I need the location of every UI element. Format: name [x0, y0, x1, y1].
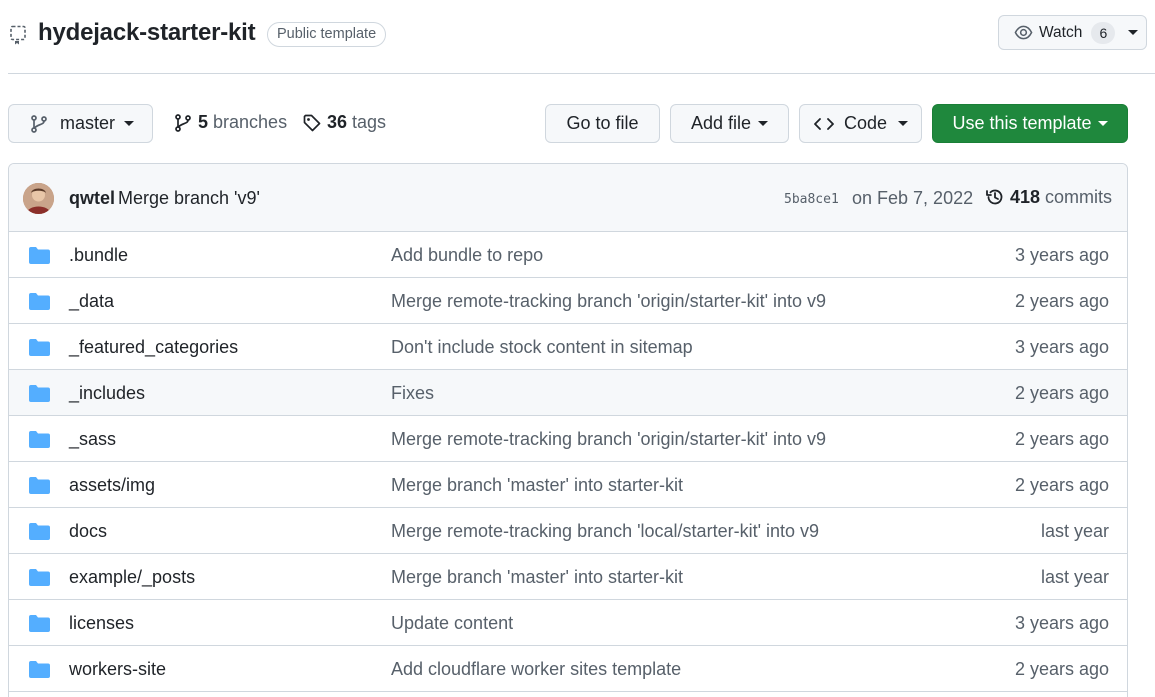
commit-sha-link[interactable]: 5ba8ce1 [784, 192, 839, 207]
chevron-down-icon [898, 121, 909, 126]
header-divider [8, 73, 1155, 74]
folder-icon [29, 339, 50, 356]
latest-commit-bar: qwtel Merge branch 'v9' 5ba8ce1 on Feb 7… [9, 164, 1127, 232]
file-commit-age: 2 years ago [1014, 291, 1109, 311]
branches-count: 5 [198, 112, 209, 132]
file-commit-message-link[interactable]: Add bundle to repo [391, 245, 543, 266]
file-commit-message-link[interactable]: Don't include stock content in sitemap [391, 337, 693, 358]
file-commit-message-link[interactable]: Add cloudflare worker sites template [391, 659, 681, 680]
tags-count: 36 [327, 112, 348, 132]
code-button[interactable]: Code [799, 104, 922, 143]
file-commit-message-link[interactable]: Merge remote-tracking branch 'origin/sta… [391, 291, 826, 312]
chevron-down-icon [1097, 121, 1108, 126]
file-commit-age: 2 years ago [1014, 659, 1109, 679]
file-commit-age: 2 years ago [1014, 429, 1109, 449]
go-to-file-button[interactable]: Go to file [545, 104, 660, 143]
file-commit-age: 3 years ago [1014, 245, 1109, 265]
file-commit-message-link[interactable]: Merge branch 'master' into starter-kit [391, 475, 683, 496]
eye-icon [1014, 25, 1033, 40]
file-commit-age: last year [1040, 567, 1109, 587]
tags-label: tags [352, 112, 387, 132]
file-name-link[interactable]: assets/img [69, 475, 155, 496]
file-row: workers-site Add cloudflare worker sites… [9, 646, 1127, 692]
folder-icon [29, 431, 50, 448]
visibility-badge: Public template [267, 22, 387, 47]
file-row: example/_posts Merge branch 'master' int… [9, 554, 1127, 600]
branches-link[interactable]: 5 branches [173, 112, 287, 133]
file-commit-age: 2 years ago [1014, 475, 1109, 495]
use-template-label: Use this template [952, 113, 1092, 133]
file-rows: .bundle Add bundle to repo 3 years ago _… [9, 232, 1127, 692]
file-row: _data Merge remote-tracking branch 'orig… [9, 278, 1127, 324]
code-label: Code [843, 113, 888, 133]
git-branch-icon [31, 114, 47, 133]
file-commit-message-link[interactable]: Update content [391, 613, 513, 634]
use-this-template-button[interactable]: Use this template [932, 104, 1128, 143]
file-name-link[interactable]: .bundle [69, 245, 128, 266]
chevron-down-icon [1128, 30, 1139, 35]
chevron-down-icon [758, 121, 769, 126]
file-row: .bundle Add bundle to repo 3 years ago [9, 232, 1127, 278]
commit-author-link[interactable]: qwtel [69, 188, 115, 209]
repo-name-link[interactable]: hydejack-starter-kit [38, 19, 256, 47]
commits-label: commits [1045, 186, 1113, 207]
file-commit-age: 2 years ago [1014, 383, 1109, 403]
git-branch-icon [175, 113, 191, 132]
file-row: licenses Update content 3 years ago [9, 600, 1127, 646]
file-listing: qwtel Merge branch 'v9' 5ba8ce1 on Feb 7… [8, 163, 1128, 697]
add-file-button[interactable]: Add file [670, 104, 789, 143]
file-name-link[interactable]: _featured_categories [69, 337, 238, 358]
code-icon [814, 117, 834, 130]
file-name-link[interactable]: _sass [69, 429, 116, 450]
file-commit-message-link[interactable]: Merge remote-tracking branch 'local/star… [391, 521, 819, 542]
folder-icon [29, 293, 50, 310]
file-row: _sass Merge remote-tracking branch 'orig… [9, 416, 1127, 462]
file-name-link[interactable]: docs [69, 521, 107, 542]
file-name-link[interactable]: licenses [69, 613, 134, 634]
file-name-link[interactable]: workers-site [69, 659, 166, 680]
watch-label: Watch [1039, 23, 1083, 41]
folder-icon [29, 247, 50, 264]
template-repo-icon [10, 25, 26, 45]
file-commit-age: 3 years ago [1014, 613, 1109, 633]
tag-icon [303, 114, 321, 131]
branches-label: branches [213, 112, 288, 132]
branch-select-button[interactable]: master [8, 104, 153, 143]
commits-history-link[interactable]: 418 commits [984, 186, 1112, 208]
history-icon [986, 189, 1003, 205]
file-commit-message-link[interactable]: Fixes [391, 383, 434, 404]
file-name-link[interactable]: _data [69, 291, 114, 312]
file-row: _includes Fixes 2 years ago [9, 370, 1127, 416]
folder-icon [29, 523, 50, 540]
commit-message-link[interactable]: Merge branch 'v9' [118, 188, 260, 209]
avatar-image [23, 183, 54, 214]
file-row: _featured_categories Don't include stock… [9, 324, 1127, 370]
file-commit-message-link[interactable]: Merge branch 'master' into starter-kit [391, 567, 683, 588]
file-commit-message-link[interactable]: Merge remote-tracking branch 'origin/sta… [391, 429, 826, 450]
folder-icon [29, 615, 50, 632]
branch-name: master [60, 113, 116, 133]
watch-count: 6 [1091, 21, 1116, 44]
file-name-link[interactable]: example/_posts [69, 567, 195, 588]
file-row: assets/img Merge branch 'master' into st… [9, 462, 1127, 508]
folder-icon [29, 661, 50, 678]
file-commit-age: last year [1040, 521, 1109, 541]
folder-icon [29, 477, 50, 494]
file-name-link[interactable]: _includes [69, 383, 145, 404]
folder-icon [29, 569, 50, 586]
add-file-label: Add file [690, 113, 752, 133]
chevron-down-icon [124, 121, 135, 126]
commit-date: on Feb 7, 2022 [852, 188, 974, 208]
commits-count: 418 [1010, 186, 1041, 207]
tags-link[interactable]: 36 tags [302, 112, 386, 133]
avatar[interactable] [23, 183, 54, 214]
file-commit-age: 3 years ago [1014, 337, 1109, 357]
watch-button[interactable]: Watch 6 [998, 15, 1147, 50]
repo-header: hydejack-starter-kit Public template Wat… [0, 0, 1155, 74]
folder-icon [29, 385, 50, 402]
file-row: docs Merge remote-tracking branch 'local… [9, 508, 1127, 554]
